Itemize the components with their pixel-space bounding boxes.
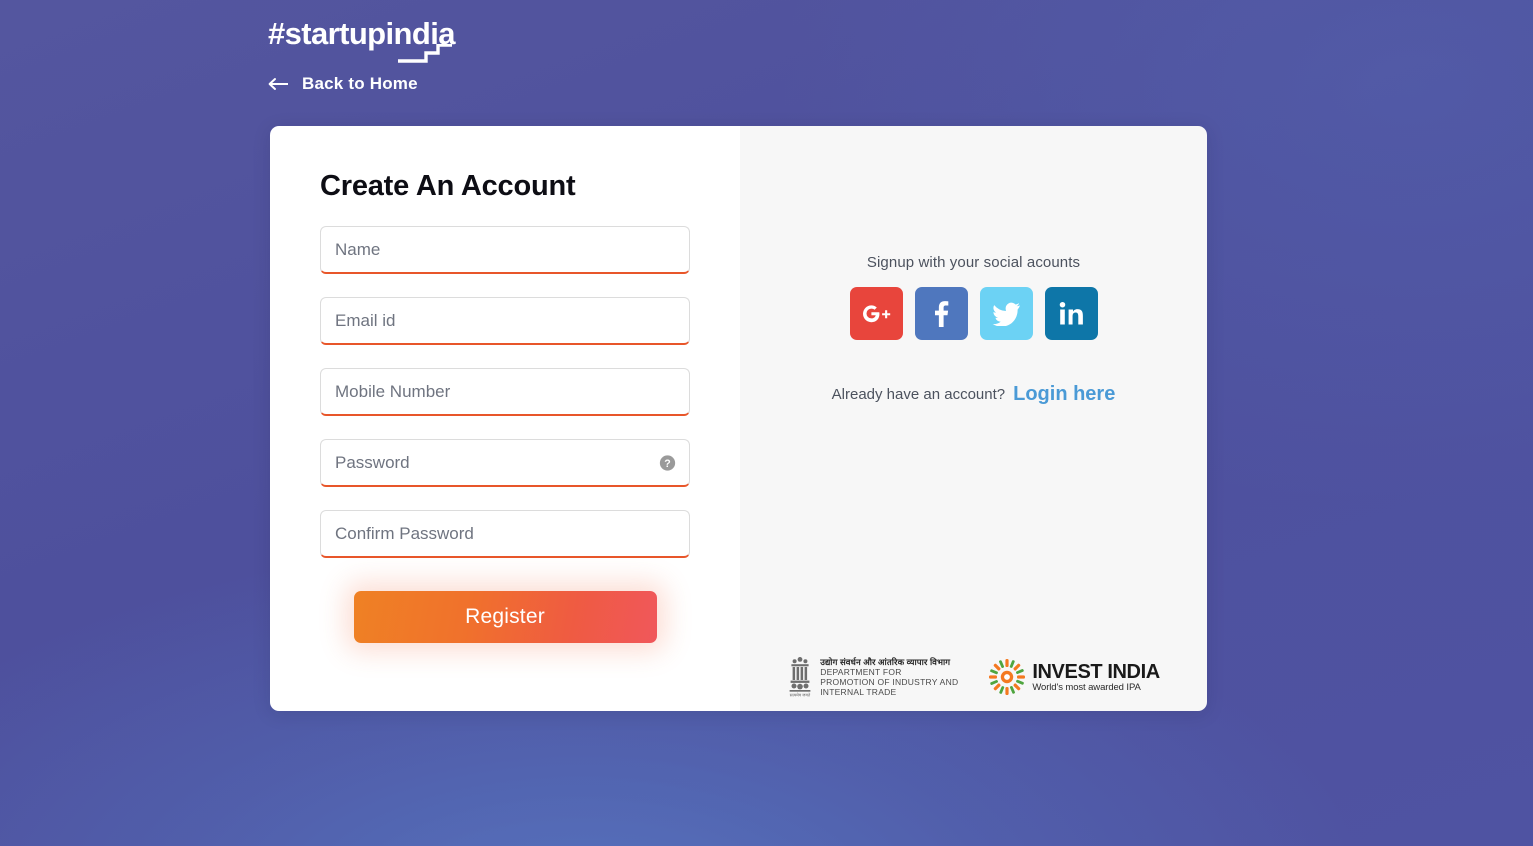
startupindia-logo: #startupindia <box>268 12 468 64</box>
dpiit-line-3: INTERNAL TRADE <box>820 687 897 698</box>
back-to-home-link[interactable]: Back to Home <box>268 74 418 94</box>
password-input[interactable] <box>320 439 690 487</box>
social-buttons-row <box>740 287 1207 340</box>
facebook-button[interactable] <box>914 287 968 340</box>
dpiit-logo: सत्यमेव जयते उद्योग संवर्धन और आंतरिक व्… <box>787 655 958 699</box>
google-plus-button[interactable] <box>849 287 903 340</box>
social-signup-panel: Signup with your social acounts Already … <box>740 126 1207 711</box>
footer-logos: सत्यमेव जयते उद्योग संवर्धन और आंतरिक व्… <box>740 655 1207 699</box>
confirm-password-input[interactable] <box>320 510 690 558</box>
ashoka-emblem-icon: सत्यमेव जयते <box>789 657 811 698</box>
facebook-icon <box>934 300 948 327</box>
linkedin-icon <box>1059 301 1083 325</box>
invest-india-pinwheel-icon <box>989 659 1026 695</box>
arrow-left-icon <box>268 78 288 90</box>
dpiit-text-block: उद्योग संवर्धन और आंतरिक व्यापार विभाग D… <box>820 657 958 697</box>
mobile-input[interactable] <box>320 368 690 416</box>
social-signup-caption: Signup with your social acounts <box>866 254 1081 271</box>
login-prompt-text: Already have an account? <box>831 386 1006 403</box>
back-to-home-label: Back to Home <box>302 74 418 93</box>
password-field[interactable]: ? <box>320 439 690 487</box>
dpiit-line-2: PROMOTION OF INDUSTRY AND <box>820 677 959 687</box>
login-prompt-row: Already have an account? Login here <box>740 383 1207 406</box>
invest-india-name: INVEST INDIA <box>1032 660 1160 683</box>
signup-card: Create An Account ? Register Signup wi <box>270 126 1207 711</box>
name-field[interactable] <box>320 226 690 274</box>
twitter-icon <box>992 302 1020 326</box>
invest-india-tagline: World's most awarded IPA <box>1032 681 1141 693</box>
question-mark-circle-icon[interactable]: ? <box>659 455 676 472</box>
register-button[interactable]: Register <box>353 591 657 643</box>
social-signup-block: Signup with your social acounts Already … <box>740 254 1207 406</box>
invest-india-logo: INVEST INDIA World's most awarded IPA <box>988 658 1160 696</box>
twitter-button[interactable] <box>979 287 1033 340</box>
dpiit-hindi-name: उद्योग संवर्धन और आंतरिक व्यापार विभाग <box>820 656 951 667</box>
page-header: #startupindia Back to Home <box>268 12 688 94</box>
svg-text:?: ? <box>664 458 670 470</box>
linkedin-button[interactable] <box>1044 287 1098 340</box>
dpiit-line-1: DEPARTMENT FOR <box>820 666 902 677</box>
email-input[interactable] <box>320 297 690 345</box>
page-title: Create An Account <box>320 170 576 202</box>
register-button-wrapper: Register <box>320 591 690 643</box>
registration-form-panel: Create An Account ? Register <box>270 126 740 711</box>
mobile-field[interactable] <box>320 368 690 416</box>
svg-text:सत्यमेव जयते: सत्यमेव जयते <box>790 693 811 698</box>
confirm-password-field[interactable] <box>320 510 690 558</box>
invest-india-text-block: INVEST INDIA World's most awarded IPA <box>1032 660 1160 693</box>
login-here-link[interactable]: Login here <box>1013 383 1115 405</box>
google-plus-icon <box>863 304 891 322</box>
startupindia-step-mark-icon <box>398 44 452 63</box>
name-input[interactable] <box>320 226 690 274</box>
email-field[interactable] <box>320 297 690 345</box>
